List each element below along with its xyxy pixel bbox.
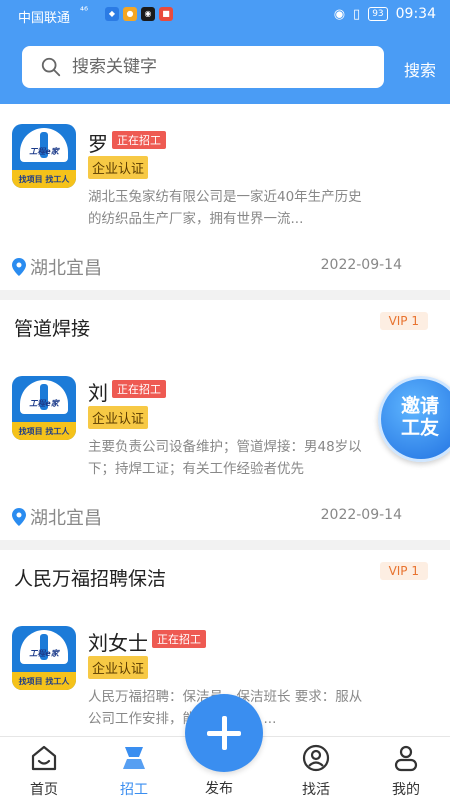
location: 湖北宜昌 bbox=[12, 504, 102, 530]
nav-recruit-label: 招工 bbox=[120, 782, 148, 798]
search-bar[interactable] bbox=[22, 46, 384, 88]
company-logo: 工程e家 找项目 找工人 bbox=[12, 376, 76, 440]
nav-home-label: 首页 bbox=[30, 782, 58, 798]
post-date: 2022-09-14 bbox=[320, 257, 402, 273]
job-title: 人民万福招聘保洁 bbox=[14, 568, 167, 590]
logo-title: 工程e家 bbox=[29, 399, 59, 408]
publish-label: 发布 bbox=[205, 781, 233, 797]
job-title: 管道焊接 bbox=[14, 318, 91, 340]
battery-icon: 93 bbox=[368, 7, 388, 21]
vip-badge: VIP 1 bbox=[379, 562, 428, 580]
logo-title: 工程e家 bbox=[29, 649, 59, 658]
user-icon bbox=[394, 745, 418, 772]
notification-icons: ◆ ● ◉ ■ bbox=[105, 7, 173, 21]
certified-badge: 企业认证 bbox=[88, 156, 149, 179]
nav-mine[interactable]: 我的 bbox=[376, 743, 436, 799]
search-input[interactable] bbox=[72, 57, 352, 77]
status-right: ◉ ▯ 93 09:34 bbox=[334, 6, 436, 22]
certified-badge: 企业认证 bbox=[88, 656, 149, 679]
clock: 09:34 bbox=[395, 6, 436, 22]
vip-badge: VIP 1 bbox=[379, 312, 428, 330]
job-description: 主要负责公司设备维护；管道焊接：男48岁以下；持焊工证；有关工作经验者优先 bbox=[88, 439, 362, 477]
app-notification-icon: ◆ bbox=[105, 7, 119, 21]
job-card[interactable]: 工程e家 找项目 找工人 罗 正在招工 企业认证 湖北玉兔家纺有限公司是一家近4… bbox=[0, 104, 450, 290]
job-description: 湖北玉兔家纺有限公司是一家近40年生产历史的纺织品生产厂家，拥有世界一流... bbox=[88, 189, 362, 227]
employer-name: 刘 bbox=[88, 381, 108, 405]
certified-badge: 企业认证 bbox=[88, 406, 149, 429]
nav-home[interactable]: 首页 bbox=[14, 743, 74, 799]
logo-slogan: 找项目 找工人 bbox=[18, 427, 70, 436]
publish-button[interactable] bbox=[185, 694, 263, 772]
employer-name: 罗 bbox=[88, 132, 108, 156]
logo-title: 工程e家 bbox=[29, 147, 59, 156]
company-logo: 工程e家 找项目 找工人 bbox=[12, 626, 76, 690]
app-notification-icon: ■ bbox=[159, 7, 173, 21]
hardhat-icon bbox=[123, 747, 145, 769]
location-text: 湖北宜昌 bbox=[30, 508, 102, 529]
post-date: 2022-09-14 bbox=[320, 507, 402, 523]
home-icon bbox=[31, 745, 57, 771]
search-icon bbox=[41, 57, 61, 77]
location-pin-icon bbox=[12, 508, 26, 526]
header: 中国联通 ⁴⁶ ◆ ● ◉ ■ ◉ ▯ 93 09:34 搜索 bbox=[0, 0, 450, 104]
location: 湖北宜昌 bbox=[12, 254, 102, 280]
company-logo: 工程e家 找项目 找工人 bbox=[12, 124, 76, 188]
nav-mine-label: 我的 bbox=[392, 782, 420, 798]
search-button[interactable]: 搜索 bbox=[404, 57, 436, 81]
recruiting-badge: 正在招工 bbox=[152, 630, 206, 648]
nav-find-work-label: 找活 bbox=[302, 782, 330, 798]
location-pin-icon bbox=[12, 258, 26, 276]
invite-label: 邀请工友 bbox=[400, 395, 439, 439]
logo-slogan: 找项目 找工人 bbox=[18, 677, 70, 686]
vibrate-icon: ▯ bbox=[353, 6, 361, 22]
qq-icon: ◉ bbox=[141, 7, 155, 21]
recruiting-badge: 正在招工 bbox=[112, 131, 166, 149]
employer-name: 刘女士 bbox=[88, 631, 148, 655]
recruiting-badge: 正在招工 bbox=[112, 380, 166, 398]
signal-icon: ⁴⁶ bbox=[80, 6, 89, 17]
app-notification-icon: ● bbox=[123, 7, 137, 21]
eye-icon: ◉ bbox=[333, 6, 346, 22]
logo-slogan: 找项目 找工人 bbox=[18, 175, 70, 184]
location-text: 湖北宜昌 bbox=[30, 258, 102, 279]
nav-find-work[interactable]: 找活 bbox=[286, 743, 346, 799]
nav-recruit[interactable]: 招工 bbox=[104, 743, 164, 799]
carrier-label: 中国联通 bbox=[18, 11, 71, 26]
status-bar: 中国联通 ⁴⁶ ◆ ● ◉ ■ ◉ ▯ 93 09:34 bbox=[0, 0, 450, 30]
worker-search-icon bbox=[302, 744, 330, 772]
